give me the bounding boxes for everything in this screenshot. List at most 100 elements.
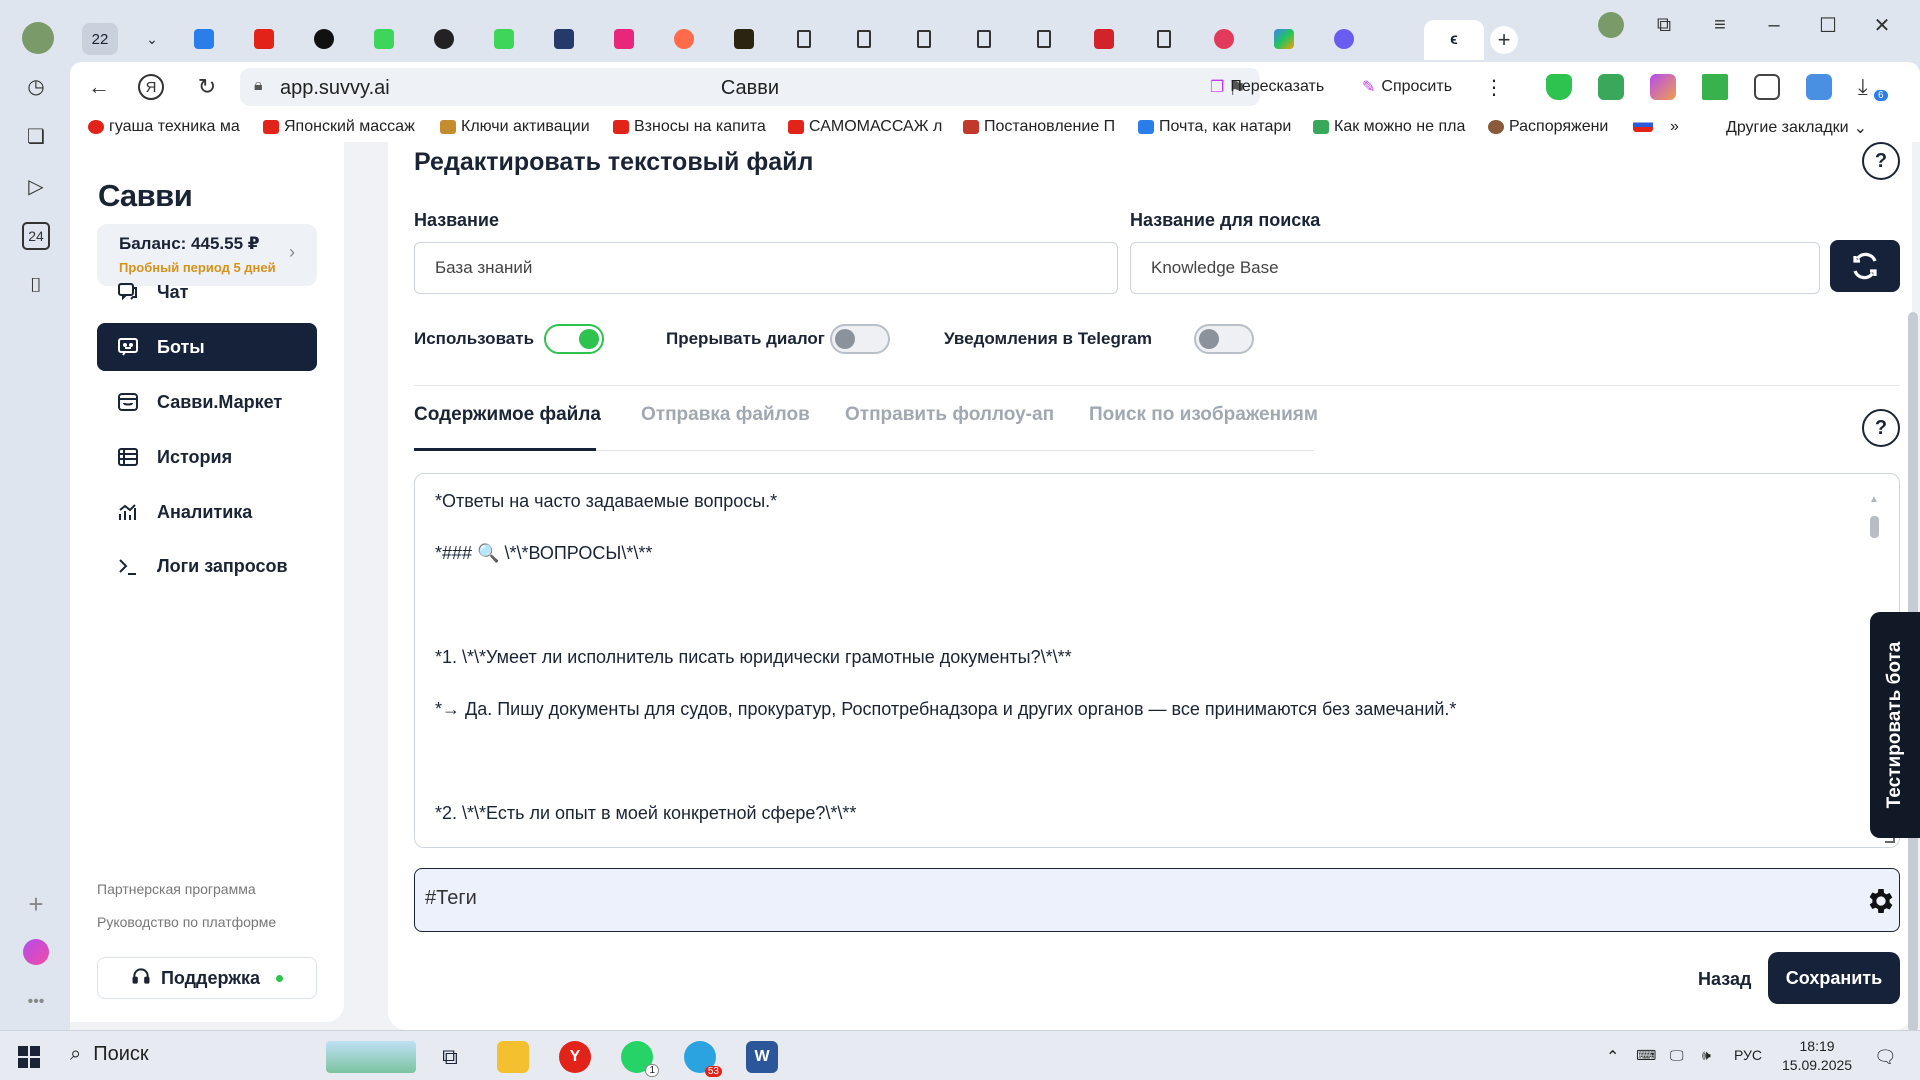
tab-b[interactable]	[714, 20, 774, 58]
back-arrow-icon[interactable]: ←	[84, 72, 114, 102]
tab-list-chevron-icon[interactable]: ⌄	[130, 20, 174, 58]
tab-counter[interactable]: 22	[70, 20, 130, 58]
nav-item-bots[interactable]: Боты	[97, 323, 317, 371]
more-vert-icon[interactable]: ⋮	[1484, 72, 1504, 102]
tray-chevron-up-icon[interactable]: ⌃	[1606, 1047, 1619, 1067]
nav-item-analytics[interactable]: Аналитика	[97, 488, 317, 536]
bookmark-item[interactable]: Японский массаж	[263, 118, 423, 136]
tabs-help-icon[interactable]: ?	[1862, 409, 1900, 447]
windows-start-icon[interactable]	[18, 1046, 40, 1068]
tabs-stack-icon[interactable]: ❏	[22, 122, 50, 150]
nav-item-chat[interactable]: Чат	[97, 268, 317, 316]
collections-icon[interactable]: ⧉	[1644, 10, 1684, 40]
url-field[interactable]: 🔒︎ app.suvvy.ai Савви ⚑	[240, 68, 1260, 106]
partner-program-link[interactable]: Партнерская программа	[97, 881, 256, 897]
history-clock-icon[interactable]: ◷	[22, 72, 50, 100]
yandex-browser-icon[interactable]: Y	[559, 1041, 591, 1073]
use-toggle[interactable]	[544, 324, 604, 354]
bookmark-item[interactable]: САМОМАССАЖ л	[788, 118, 948, 136]
whatsapp-icon[interactable]: 1	[621, 1041, 659, 1077]
tab-dl[interactable]	[1074, 20, 1134, 58]
scroll-up-icon[interactable]: ▲	[1869, 494, 1879, 505]
telegram-toggle[interactable]	[1194, 324, 1254, 354]
play-icon[interactable]: ▷	[22, 172, 50, 200]
maximize-icon[interactable]: ☐	[1808, 10, 1848, 40]
tab-doc-4[interactable]	[954, 20, 1014, 58]
nav-item-request-logs[interactable]: Логи запросов	[97, 542, 317, 590]
bookmark-item[interactable]: Как можно не пла	[1313, 118, 1473, 136]
tab-doc-1[interactable]	[774, 20, 834, 58]
tab-o-black[interactable]	[294, 20, 354, 58]
nav-item-market[interactable]: Савви.Маркет	[97, 378, 317, 426]
tab-send-files[interactable]: Отправка файлов	[641, 404, 810, 426]
save-button[interactable]: Сохранить	[1768, 952, 1900, 1004]
tab-rzd[interactable]	[234, 20, 294, 58]
tab-star[interactable]	[1314, 20, 1374, 58]
search-name-input[interactable]: Knowledge Base	[1130, 242, 1820, 294]
name-input[interactable]: База знаний	[414, 242, 1118, 294]
interrupt-toggle[interactable]	[830, 324, 890, 354]
active-tab-savvy[interactable]: ϵ	[1424, 20, 1484, 60]
tab-mail[interactable]	[174, 20, 234, 58]
tab-doc-2[interactable]	[834, 20, 894, 58]
translate-ext-icon[interactable]	[1754, 74, 1780, 100]
tab-doc-5[interactable]	[1014, 20, 1074, 58]
bookmark-item[interactable]: Распоряжени	[1488, 118, 1628, 136]
nav-item-history[interactable]: История	[97, 433, 317, 481]
minimize-icon[interactable]: –	[1754, 10, 1794, 40]
more-dots-icon[interactable]: •••	[22, 988, 50, 1016]
telegram-icon[interactable]: 53	[684, 1041, 722, 1077]
tab-colorful[interactable]	[1254, 20, 1314, 58]
pen-ext-icon[interactable]	[1650, 74, 1676, 100]
file-explorer-icon[interactable]	[497, 1041, 529, 1073]
download-ext-icon[interactable]	[1702, 74, 1728, 100]
new-tab-plus-icon[interactable]: +	[1490, 26, 1518, 54]
alice-icon[interactable]	[22, 938, 50, 966]
bookmark-flag-icon[interactable]	[1633, 118, 1653, 132]
notifications-icon[interactable]: 🗨︎	[1874, 1047, 1897, 1068]
support-button[interactable]: Поддержка	[97, 957, 317, 999]
tab-dark-blue[interactable]	[534, 20, 594, 58]
tab-github[interactable]	[414, 20, 474, 58]
retell-button[interactable]: ❐ Пересказать	[1210, 72, 1324, 102]
docs-ext-icon[interactable]	[1806, 74, 1832, 100]
news-24-icon[interactable]: 24	[22, 222, 50, 250]
bookmark-item[interactable]: Взносы на капита	[613, 118, 773, 136]
tags-input[interactable]: #Теги	[414, 868, 1900, 932]
scroll-thumb[interactable]	[1870, 516, 1879, 538]
tab-o-green[interactable]	[354, 20, 414, 58]
taskbar-clock[interactable]: 18:19 15.09.2025	[1782, 1037, 1852, 1075]
reload-icon[interactable]: ↻	[192, 72, 222, 102]
tab-market-m[interactable]	[594, 20, 654, 58]
close-icon[interactable]: ✕	[1862, 10, 1902, 40]
add-panel-plus-icon[interactable]: +	[22, 889, 50, 919]
taskbar-search[interactable]: ⌕ Поиск	[70, 1043, 149, 1066]
menu-icon[interactable]: ≡	[1700, 10, 1740, 40]
tray-input-icon[interactable]: ⌨	[1636, 1047, 1656, 1064]
more-bookmarks-icon[interactable]: »	[1670, 118, 1679, 136]
yandex-logo-icon[interactable]: Я	[138, 74, 164, 100]
tab-o-green-2[interactable]	[474, 20, 534, 58]
tab-red-circle[interactable]	[1194, 20, 1254, 58]
tray-volume-icon[interactable]: 🕪︎	[1702, 1047, 1711, 1064]
file-content-textarea[interactable]: *Ответы на часто задаваемые вопросы.* *#…	[414, 473, 1900, 848]
bookmark-item[interactable]: гуаша техника ма	[88, 118, 248, 136]
search-highlight-bird-icon[interactable]	[326, 1041, 416, 1073]
test-bot-button[interactable]: Тестировать бота	[1870, 612, 1920, 838]
word-icon[interactable]: W	[746, 1041, 778, 1073]
profile-avatar[interactable]	[22, 22, 54, 54]
back-button[interactable]: Назад	[1698, 969, 1751, 990]
tab-doc-3[interactable]	[894, 20, 954, 58]
refresh-button[interactable]	[1830, 240, 1900, 292]
tab-image-search[interactable]: Поиск по изображениям	[1089, 404, 1318, 426]
other-bookmarks[interactable]: Другие закладки ⌄	[1726, 118, 1867, 138]
bookmark-item[interactable]: Ключи активации	[440, 118, 600, 136]
tray-network-icon[interactable]: 🖵︎	[1670, 1047, 1684, 1064]
bookmark-item[interactable]: Постановление П	[963, 118, 1123, 136]
platform-guide-link[interactable]: Руководство по платформе	[97, 914, 276, 930]
ask-button[interactable]: ✎ Спросить	[1362, 72, 1452, 102]
gear-icon[interactable]	[1865, 885, 1897, 917]
camera-icon[interactable]: ⌷	[22, 272, 50, 300]
tray-language[interactable]: РУС	[1734, 1047, 1762, 1063]
bookmark-item[interactable]: Почта, как натари	[1138, 118, 1298, 136]
